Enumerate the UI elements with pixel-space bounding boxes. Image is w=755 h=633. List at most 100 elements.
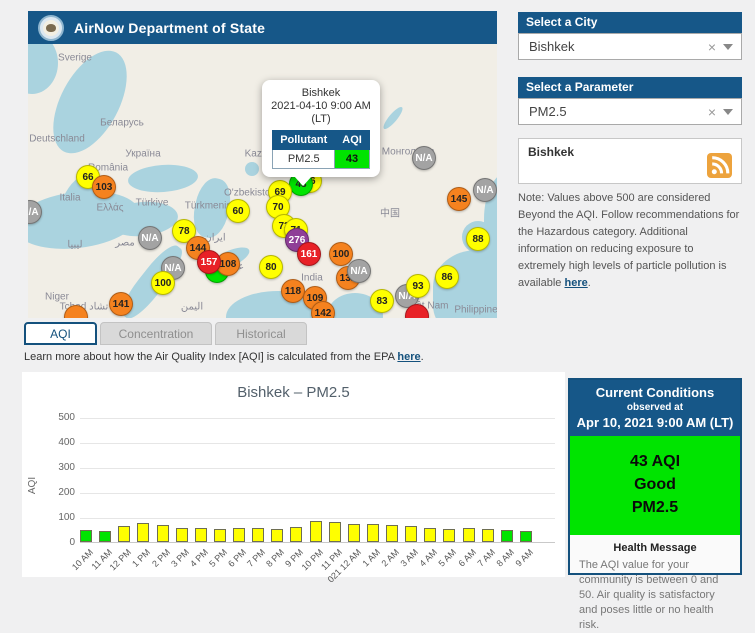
y-axis-tick: 500	[58, 412, 75, 423]
aqi-marker-80[interactable]: 80	[259, 255, 283, 279]
chart-bar-4-am[interactable]	[424, 528, 436, 543]
app-title: AirNow Department of State	[74, 20, 265, 36]
aqi-marker[interactable]	[64, 305, 88, 318]
gridline	[80, 418, 555, 419]
chart-bar-5-am[interactable]	[443, 529, 455, 543]
aqi-marker-145[interactable]: 145	[447, 187, 471, 211]
tab-historical[interactable]: Historical	[215, 322, 307, 345]
city-clear-icon[interactable]: ×	[701, 39, 723, 55]
city-select-value: Bishkek	[519, 39, 701, 54]
map[interactable]: SverigeБеларусьDeutschlandУкраїнаRomânia…	[28, 44, 497, 318]
chart-bar-1-am[interactable]	[367, 524, 379, 542]
chart-bar-10-am[interactable]	[80, 530, 92, 542]
map-place-label: Niger	[45, 292, 69, 303]
current-conditions-panel: Current Conditions observed at Apr 10, 2…	[568, 378, 742, 575]
map-place-label: 中国	[380, 205, 400, 220]
parameter-select[interactable]: PM2.5 ×	[518, 98, 742, 125]
popup-col-aqi: AQI	[335, 131, 370, 150]
water-black-sea	[127, 163, 199, 195]
gridline	[80, 468, 555, 469]
chart-bar-4-pm[interactable]	[195, 528, 207, 542]
chart-bar-11-pm[interactable]	[329, 522, 341, 542]
chart-bar-8-am[interactable]	[501, 530, 513, 542]
aqi-marker-161[interactable]: 161	[297, 242, 321, 266]
chart-bar-10-pm[interactable]	[310, 521, 322, 542]
tab-concentration[interactable]: Concentration	[100, 322, 212, 345]
learn-more-text: Learn more about how the Air Quality Ind…	[24, 351, 424, 363]
conditions-aqi-value: 43 AQI	[570, 450, 740, 473]
chart-bar-3-pm[interactable]	[176, 528, 188, 542]
dos-seal-icon	[38, 15, 64, 41]
y-axis-tick: 400	[58, 437, 75, 448]
parameter-clear-icon[interactable]: ×	[701, 104, 723, 120]
chart-bar-021-12-am[interactable]	[348, 524, 360, 542]
aqi-marker-na[interactable]: N/A	[412, 146, 436, 170]
chart-bar-1-pm[interactable]	[137, 523, 149, 542]
aqi-marker-na[interactable]: N/A	[138, 226, 162, 250]
chart-bar-9-am[interactable]	[520, 531, 532, 542]
aqi-marker-na[interactable]: N/A	[347, 259, 371, 283]
chart-bar-7-pm[interactable]	[252, 528, 264, 542]
aqi-marker-93[interactable]: 93	[406, 274, 430, 298]
note-here-link[interactable]: here	[564, 277, 587, 289]
aqi-marker[interactable]	[405, 304, 429, 318]
learn-more-suffix: .	[421, 351, 424, 363]
water-aral-sea	[245, 162, 259, 176]
chart-bar-6-pm[interactable]	[233, 528, 245, 542]
chart-bar-11-am[interactable]	[99, 531, 111, 542]
y-axis-tick: 200	[58, 487, 75, 498]
city-select[interactable]: Bishkek ×	[518, 33, 742, 60]
aqi-marker-na[interactable]: N/A	[473, 178, 497, 202]
parameter-select-value: PM2.5	[519, 104, 701, 119]
app-header: AirNow Department of State	[28, 11, 497, 44]
popup-col-pollutant: Pollutant	[273, 131, 335, 150]
chart-bar-6-am[interactable]	[463, 528, 475, 542]
epa-here-link[interactable]: here	[397, 351, 420, 363]
chart-bar-2-am[interactable]	[386, 525, 398, 542]
select-city-header: Select a City	[518, 12, 742, 33]
rss-feed-box: Bishkek	[518, 138, 742, 184]
chart-bar-5-pm[interactable]	[214, 529, 226, 542]
aqi-marker-141[interactable]: 141	[109, 292, 133, 316]
aqi-marker-88[interactable]: 88	[466, 227, 490, 251]
popup-city: Bishkek	[268, 87, 374, 100]
chart-bar-9-pm[interactable]	[290, 527, 302, 542]
map-place-label: مصر	[115, 238, 135, 249]
conditions-category: Good	[570, 473, 740, 496]
conditions-header: Current Conditions observed at Apr 10, 2…	[570, 380, 740, 436]
aqi-marker-103[interactable]: 103	[92, 175, 116, 199]
rss-icon[interactable]	[707, 153, 732, 178]
aqi-marker-142[interactable]: 142	[311, 301, 335, 318]
map-place-label: India	[301, 273, 323, 284]
conditions-title: Current Conditions	[574, 385, 736, 400]
chart-bar-3-am[interactable]	[405, 526, 417, 542]
tab-bar: AQI Concentration Historical	[24, 322, 307, 345]
aqi-marker-100[interactable]: 100	[151, 271, 175, 295]
popup-timezone: (LT)	[268, 113, 374, 126]
map-place-label: Україна	[125, 149, 160, 160]
conditions-aqi-box: 43 AQI Good PM2.5	[570, 436, 740, 535]
select-parameter-header: Select a Parameter	[518, 77, 742, 98]
y-axis-tick: 0	[69, 537, 75, 548]
chart-ylabel: AQI	[27, 477, 38, 494]
aqi-marker-83[interactable]: 83	[370, 289, 394, 313]
aqi-marker-118[interactable]: 118	[281, 279, 305, 303]
parameter-dropdown-arrow-icon[interactable]	[723, 109, 733, 115]
chart-bar-8-pm[interactable]	[271, 529, 283, 542]
note-prefix: Note: Values above 500 are considered Be…	[518, 192, 739, 289]
city-dropdown-arrow-icon[interactable]	[723, 44, 733, 50]
map-popup: Bishkek 2021-04-10 9:00 AM (LT) Pollutan…	[262, 80, 380, 177]
chart-bar-12-pm[interactable]	[118, 526, 130, 542]
tab-aqi[interactable]: AQI	[24, 322, 97, 345]
conditions-subtitle: observed at	[574, 402, 736, 413]
popup-datetime: 2021-04-10 9:00 AM	[268, 100, 374, 113]
aqi-marker-86[interactable]: 86	[435, 265, 459, 289]
popup-aqi-value: 43	[335, 150, 370, 169]
conditions-datetime: Apr 10, 2021 9:00 AM (LT)	[574, 415, 736, 430]
aqi-marker-157[interactable]: 157	[197, 250, 221, 274]
chart-bar-7-am[interactable]	[482, 529, 494, 542]
aqi-marker-60[interactable]: 60	[226, 199, 250, 223]
gridline	[80, 443, 555, 444]
chart-bar-2-pm[interactable]	[157, 525, 169, 542]
health-message-title: Health Message	[570, 542, 740, 554]
